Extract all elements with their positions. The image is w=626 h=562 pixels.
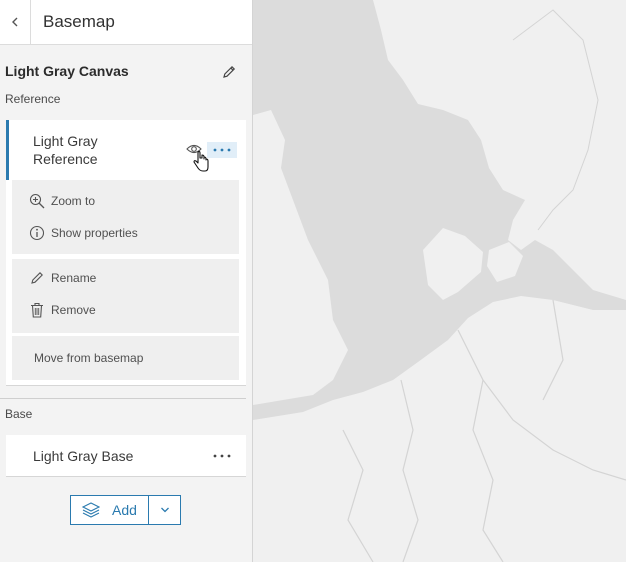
zoom-in-icon [27, 192, 47, 210]
move-from-basemap-menu-item[interactable]: Move from basemap [12, 343, 239, 373]
more-horizontal-icon [213, 454, 231, 458]
layer-actions-button[interactable] [207, 142, 237, 158]
panel-header: Basemap [0, 0, 252, 45]
show-properties-menu-item[interactable]: Show properties [12, 218, 239, 248]
more-horizontal-icon [213, 148, 231, 152]
menu-group-edit: Rename Remove [12, 259, 239, 333]
hand-cursor-icon [193, 151, 209, 172]
base-layer-card[interactable]: Light Gray Base [6, 435, 246, 477]
chevron-down-icon [160, 507, 169, 513]
info-icon [27, 224, 47, 242]
add-dropdown-button[interactable] [148, 495, 181, 525]
base-layer-name: Light Gray Base [33, 448, 134, 464]
layers-icon [82, 502, 101, 518]
base-layer-actions-button[interactable] [207, 448, 237, 464]
selected-indicator [6, 120, 9, 180]
rename-menu-item[interactable]: Rename [12, 263, 239, 293]
basemap-panel: Basemap Light Gray Canvas Reference Ligh… [0, 0, 253, 562]
chevron-left-icon [12, 17, 18, 27]
menu-group-view: Zoom to Show properties [12, 180, 239, 254]
menu-group-move: Move from basemap [12, 336, 239, 380]
base-label: Base [5, 407, 33, 421]
back-button[interactable] [0, 0, 31, 44]
panel-title: Basemap [43, 12, 115, 31]
pencil-icon [27, 269, 47, 287]
divider [0, 398, 246, 399]
basemap-map [253, 0, 626, 562]
zoom-to-menu-item[interactable]: Zoom to [12, 186, 239, 216]
pencil-icon [223, 65, 236, 78]
map-view[interactable] [253, 0, 626, 562]
add-button[interactable]: Add [70, 495, 149, 525]
remove-menu-item[interactable]: Remove [12, 295, 239, 325]
edit-basemap-button[interactable] [219, 62, 239, 82]
basemap-title: Light Gray Canvas [5, 63, 129, 79]
reference-label: Reference [5, 92, 61, 106]
reference-layer-name[interactable]: Light Gray Reference [33, 132, 98, 168]
trash-icon [27, 301, 47, 319]
